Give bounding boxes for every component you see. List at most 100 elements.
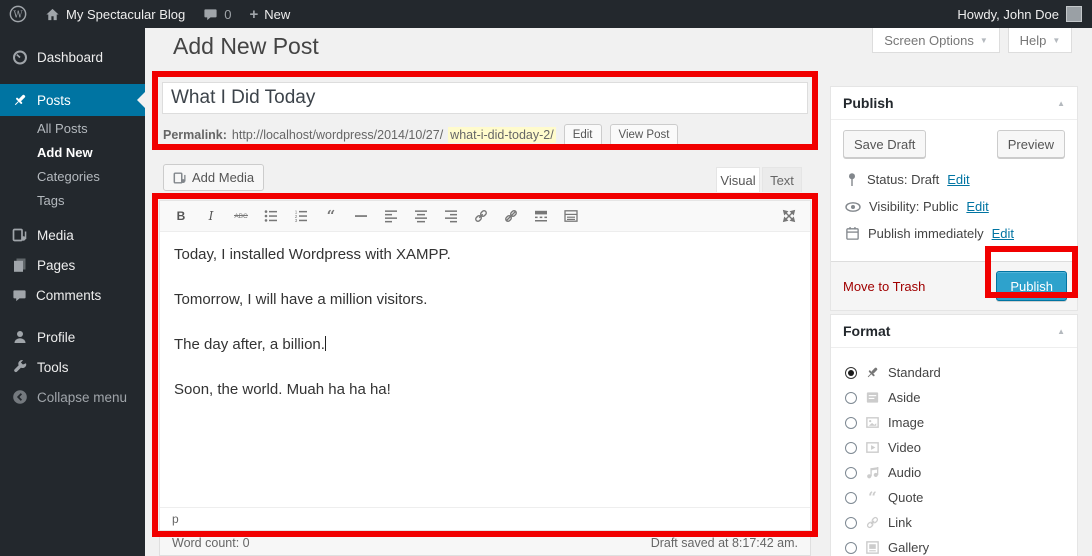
text-tab-label: Text bbox=[770, 173, 794, 188]
quote-icon: “ bbox=[865, 490, 880, 505]
submenu-label: All Posts bbox=[37, 121, 88, 136]
preview-button[interactable]: Preview bbox=[997, 130, 1065, 158]
format-option-link[interactable]: Link bbox=[845, 510, 1065, 535]
format-option-audio[interactable]: Audio bbox=[845, 460, 1065, 485]
sidebar-item-media[interactable]: Media bbox=[0, 220, 145, 250]
chevron-down-icon: ▼ bbox=[980, 36, 988, 45]
radio[interactable] bbox=[845, 492, 857, 504]
eye-icon bbox=[845, 200, 861, 214]
radio[interactable] bbox=[845, 392, 857, 404]
admin-sidebar: Dashboard Posts All Posts Add New Catego… bbox=[0, 28, 145, 556]
post-title-input[interactable] bbox=[162, 82, 808, 114]
text-tab[interactable]: Text bbox=[762, 167, 802, 192]
italic-icon[interactable]: I bbox=[198, 204, 224, 228]
format-box-header[interactable]: Format ▲ bbox=[831, 315, 1077, 348]
publish-box-header[interactable]: Publish ▲ bbox=[831, 87, 1077, 120]
editor-content[interactable]: Today, I installed Wordpress with XAMPP.… bbox=[160, 232, 810, 476]
toolbar-toggle-icon[interactable] bbox=[558, 204, 584, 228]
format-option-quote[interactable]: “ Quote bbox=[845, 485, 1065, 510]
svg-text:“: “ bbox=[868, 490, 877, 505]
edit-visibility-link[interactable]: Edit bbox=[966, 199, 988, 214]
submenu-item-categories[interactable]: Categories bbox=[0, 164, 145, 188]
format-option-gallery[interactable]: Gallery bbox=[845, 535, 1065, 556]
move-to-trash-link[interactable]: Move to Trash bbox=[843, 279, 925, 294]
sidebar-item-label: Posts bbox=[37, 93, 71, 108]
format-option-video[interactable]: Video bbox=[845, 435, 1065, 460]
howdy-account-menu[interactable]: Howdy, John Doe bbox=[957, 7, 1059, 22]
align-left-icon[interactable] bbox=[378, 204, 404, 228]
format-label: Link bbox=[888, 515, 912, 530]
sidebar-item-collapse-menu[interactable]: Collapse menu bbox=[0, 382, 145, 412]
site-menu[interactable]: My Spectacular Blog bbox=[36, 0, 194, 28]
distraction-free-icon[interactable] bbox=[776, 204, 802, 228]
radio[interactable] bbox=[845, 442, 857, 454]
format-option-aside[interactable]: Aside bbox=[845, 385, 1065, 410]
format-option-image[interactable]: Image bbox=[845, 410, 1065, 435]
media-icon bbox=[12, 227, 28, 243]
format-label: Video bbox=[888, 440, 921, 455]
comment-bubble-icon bbox=[203, 7, 218, 22]
status-row: Status: Draft Edit bbox=[845, 172, 1065, 187]
radio[interactable] bbox=[845, 542, 857, 554]
pushpin-icon bbox=[12, 92, 28, 108]
remove-link-icon[interactable] bbox=[498, 204, 524, 228]
strikethrough-icon[interactable]: ABC bbox=[228, 204, 254, 228]
insert-link-icon[interactable] bbox=[468, 204, 494, 228]
add-media-icon bbox=[173, 171, 187, 185]
horizontal-rule-icon[interactable] bbox=[348, 204, 374, 228]
radio[interactable] bbox=[845, 517, 857, 529]
permalink-row: Permalink: http://localhost/wordpress/20… bbox=[163, 124, 811, 146]
view-post-button[interactable]: View Post bbox=[610, 124, 679, 146]
more-tag-icon[interactable] bbox=[528, 204, 554, 228]
sidebar-item-dashboard[interactable]: Dashboard bbox=[0, 42, 145, 72]
svg-text:ABC: ABC bbox=[234, 213, 248, 220]
element-path[interactable]: p bbox=[172, 512, 179, 526]
page-title: Add New Post bbox=[173, 33, 319, 60]
submenu-item-tags[interactable]: Tags bbox=[0, 188, 145, 212]
edit-permalink-button[interactable]: Edit bbox=[564, 124, 602, 146]
audio-icon bbox=[865, 465, 880, 480]
add-media-label: Add Media bbox=[192, 170, 254, 185]
submenu-item-add-new[interactable]: Add New bbox=[0, 140, 145, 164]
submenu-item-all-posts[interactable]: All Posts bbox=[0, 116, 145, 140]
sidebar-item-comments[interactable]: Comments bbox=[0, 280, 145, 310]
format-option-standard[interactable]: Standard bbox=[845, 360, 1065, 385]
sidebar-item-tools[interactable]: Tools bbox=[0, 352, 145, 382]
submenu-label: Tags bbox=[37, 193, 64, 208]
screen-options-tab[interactable]: Screen Options ▼ bbox=[872, 28, 1000, 53]
edit-status-link[interactable]: Edit bbox=[947, 172, 969, 187]
collapse-arrow-icon[interactable]: ▲ bbox=[1057, 99, 1065, 108]
radio[interactable] bbox=[845, 467, 857, 479]
format-label: Gallery bbox=[888, 540, 929, 555]
sidebar-item-pages[interactable]: Pages bbox=[0, 250, 145, 280]
bulleted-list-icon[interactable] bbox=[258, 204, 284, 228]
format-label: Image bbox=[888, 415, 924, 430]
sidebar-item-profile[interactable]: Profile bbox=[0, 322, 145, 352]
blockquote-icon[interactable]: “ bbox=[318, 204, 344, 228]
format-box: Format ▲ Standard Aside Image V bbox=[830, 314, 1078, 556]
permalink-slug[interactable]: what-i-did-today-2/ bbox=[448, 127, 556, 143]
edit-schedule-link[interactable]: Edit bbox=[992, 226, 1014, 241]
align-right-icon[interactable] bbox=[438, 204, 464, 228]
visual-tab[interactable]: Visual bbox=[716, 167, 760, 192]
schedule-row: Publish immediately Edit bbox=[845, 226, 1065, 241]
wordpress-logo-menu[interactable]: W bbox=[0, 0, 36, 28]
collapse-arrow-icon[interactable]: ▲ bbox=[1057, 327, 1065, 336]
pushpin-icon bbox=[865, 365, 880, 380]
new-content-menu[interactable]: + New bbox=[240, 0, 299, 28]
sidebar-item-posts[interactable]: Posts bbox=[0, 84, 145, 116]
save-draft-button[interactable]: Save Draft bbox=[843, 130, 926, 158]
add-media-button[interactable]: Add Media bbox=[163, 164, 264, 191]
comments-icon bbox=[12, 288, 27, 303]
comments-menu[interactable]: 0 bbox=[194, 0, 240, 28]
radio-selected[interactable] bbox=[845, 367, 857, 379]
text-cursor bbox=[325, 336, 326, 351]
numbered-list-icon[interactable]: 123 bbox=[288, 204, 314, 228]
publish-button[interactable]: Publish bbox=[996, 271, 1067, 301]
help-tab[interactable]: Help ▼ bbox=[1008, 28, 1072, 53]
avatar[interactable] bbox=[1066, 6, 1082, 22]
align-center-icon[interactable] bbox=[408, 204, 434, 228]
editor-status-bar: Word count: 0 Draft saved at 8:17:42 am. bbox=[159, 531, 811, 556]
radio[interactable] bbox=[845, 417, 857, 429]
bold-icon[interactable]: B bbox=[168, 204, 194, 228]
